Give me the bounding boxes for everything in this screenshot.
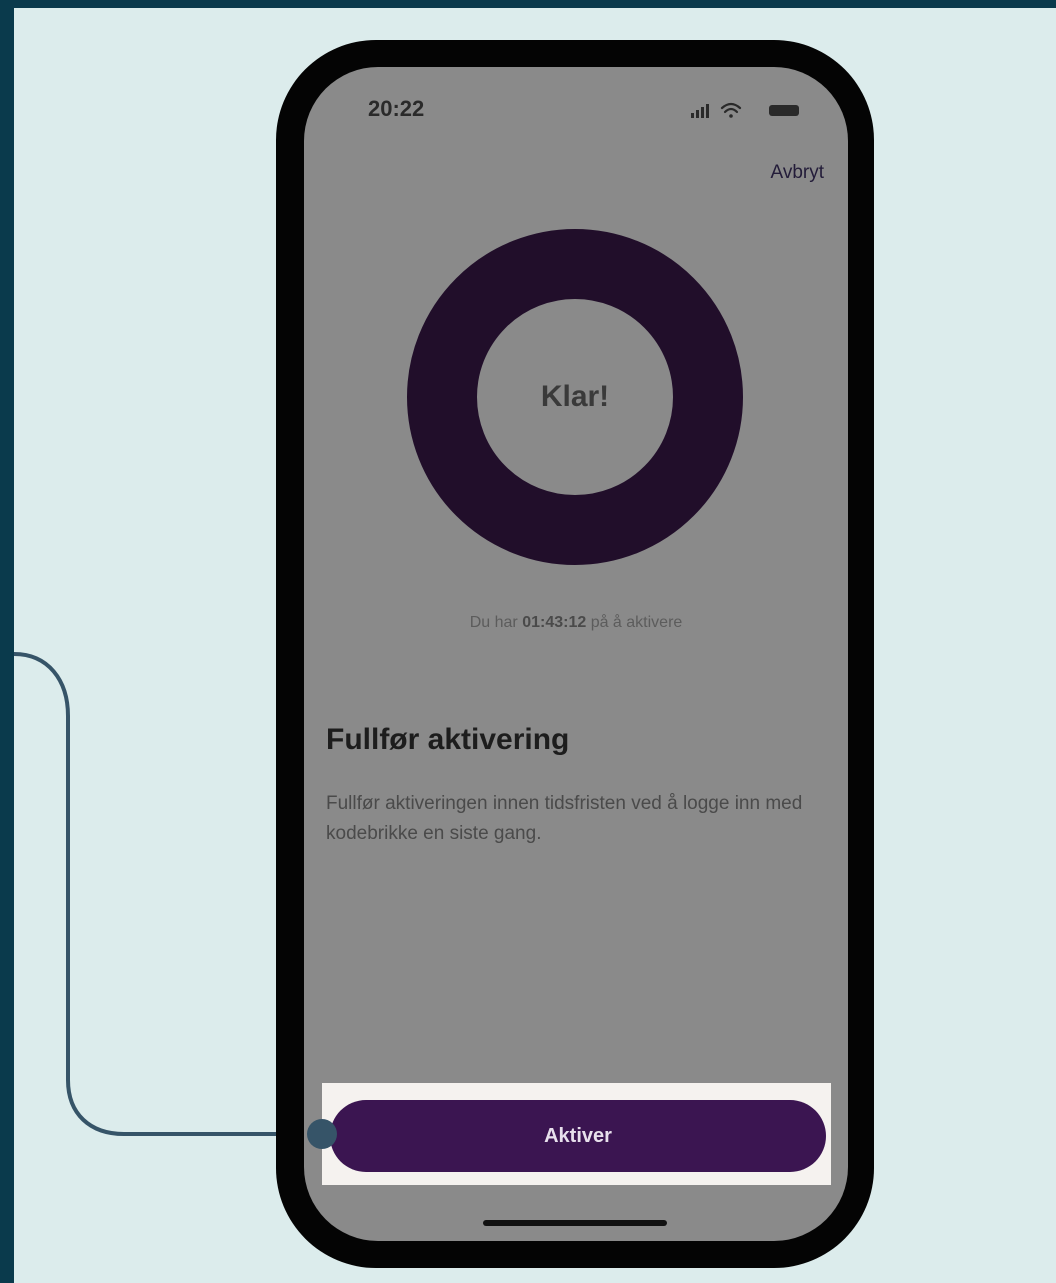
home-indicator	[483, 1220, 667, 1226]
activate-button[interactable]: Aktiver	[330, 1100, 826, 1172]
page-title: Fullfør aktivering	[326, 723, 570, 756]
cancel-button[interactable]: Avbryt	[744, 162, 824, 184]
wifi-icon	[720, 102, 742, 118]
countdown-prefix: Du har	[469, 614, 518, 631]
battery-icon	[769, 105, 799, 116]
countdown-time: 01:43:12	[522, 614, 587, 631]
activation-description: Fullfør aktiveringen innen tidsfristen v…	[326, 793, 803, 844]
progress-ring-label: Klar!	[540, 380, 610, 413]
status-time: 20:22	[368, 96, 425, 121]
signal-icon	[691, 104, 709, 118]
countdown-suffix: på å aktivere	[590, 614, 683, 631]
phone-screen: 20:22 Avbryt Klar! Du har 01:43:12 på å …	[304, 67, 848, 1241]
countdown-text: Du har 01:43:12 på å aktivere	[304, 614, 848, 632]
status-icons	[691, 102, 799, 118]
